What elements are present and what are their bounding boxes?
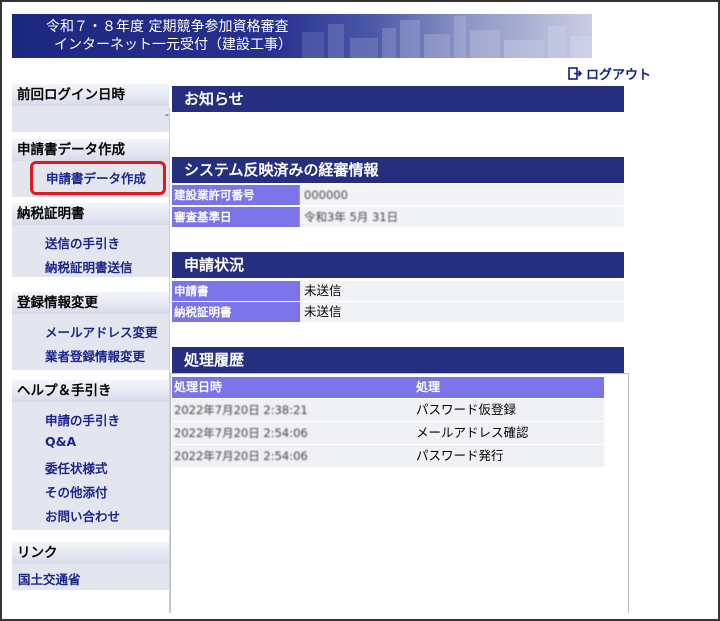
- license-number-label: 建設業許可番号: [172, 185, 300, 205]
- history-action: メールアドレス確認: [416, 425, 529, 440]
- application-status-row: 申請書 未送信: [172, 281, 624, 301]
- review-info-row: 審査基準日 令和3年 5月 31日: [172, 207, 624, 227]
- history-column-datetime: 処理日時: [174, 380, 223, 394]
- sidebar-item-mlit[interactable]: 国土交通省: [18, 569, 81, 588]
- sidebar-heading-tax-certificate: 納税証明書: [12, 203, 169, 225]
- history-datetime: 2022年7月20日 2:38:21: [174, 403, 308, 417]
- application-status-row: 納税証明書 未送信: [172, 302, 624, 322]
- history-action: パスワード発行: [416, 448, 504, 463]
- history-table-header: 処理日時 処理: [172, 377, 604, 398]
- sidebar-item-power-of-attorney[interactable]: 委任状様式: [45, 458, 108, 477]
- table-row: 2022年7月20日 2:38:21 パスワード仮登録: [172, 399, 604, 421]
- application-status-heading: 申請状況: [172, 252, 624, 278]
- license-number-value: 000000: [300, 185, 624, 205]
- logout-label: ログアウト: [586, 68, 652, 83]
- sidebar-heading-registration-change: 登録情報変更: [12, 292, 169, 314]
- sidebar-heading-last-login: 前回ログイン日時: [12, 84, 169, 106]
- application-form-status: 未送信: [300, 281, 624, 301]
- sidebar-item-qa[interactable]: Q&A: [45, 434, 76, 449]
- tax-certificate-label: 納税証明書: [172, 302, 300, 322]
- review-info-heading: システム反映済みの経審情報: [172, 157, 624, 183]
- table-row: 2022年7月20日 2:54:06 パスワード発行: [172, 445, 604, 467]
- history-datetime: 2022年7月20日 2:54:06: [174, 449, 308, 463]
- history-column-action: 処理: [416, 380, 441, 394]
- sidebar-item-other-attachments[interactable]: その他添付: [45, 482, 108, 501]
- history-datetime: 2022年7月20日 2:54:06: [174, 426, 308, 440]
- sidebar-item-company-info-change[interactable]: 業者登録情報変更: [45, 346, 145, 365]
- history-heading: 処理履歴: [172, 347, 624, 373]
- tax-certificate-status: 未送信: [300, 302, 624, 322]
- review-info-row: 建設業許可番号 000000: [172, 185, 624, 205]
- site-title-line2: インターネット一元受付（建設工事）: [54, 37, 292, 53]
- last-login-panel: [12, 106, 169, 132]
- sidebar-item-sending-guide[interactable]: 送信の手引き: [45, 233, 120, 252]
- sidebar-item-application-guide[interactable]: 申請の手引き: [45, 410, 120, 429]
- sidebar-item-email-change[interactable]: メールアドレス変更: [45, 322, 158, 341]
- review-base-date-value: 令和3年 5月 31日: [300, 207, 624, 227]
- sidebar-item-contact[interactable]: お問い合わせ: [45, 506, 120, 525]
- history-action: パスワード仮登録: [416, 402, 517, 417]
- sidebar-heading-help: ヘルプ＆手引き: [12, 380, 169, 402]
- notice-heading: お知らせ: [172, 86, 624, 112]
- review-base-date-label: 審査基準日: [172, 207, 300, 227]
- highlight-annotation: [30, 161, 166, 195]
- site-title: 令和７・８年度 定期競争参加資格審査 インターネット一元受付（建設工事）: [46, 18, 292, 54]
- application-form-label: 申請書: [172, 281, 300, 301]
- site-title-line1: 令和７・８年度 定期競争参加資格審査: [46, 19, 289, 35]
- city-skyline-image: [302, 16, 592, 58]
- table-row: 2022年7月20日 2:54:06 メールアドレス確認: [172, 422, 604, 444]
- sidebar-item-tax-certificate-send[interactable]: 納税証明書送信: [45, 257, 133, 276]
- logout-link[interactable]: ログアウト: [568, 64, 651, 83]
- sidebar-heading-application-data: 申請書データ作成: [12, 139, 169, 161]
- header-banner: 令和７・８年度 定期競争参加資格審査 インターネット一元受付（建設工事）: [12, 14, 592, 58]
- sidebar-heading-links: リンク: [12, 542, 169, 564]
- logout-icon: [568, 67, 582, 80]
